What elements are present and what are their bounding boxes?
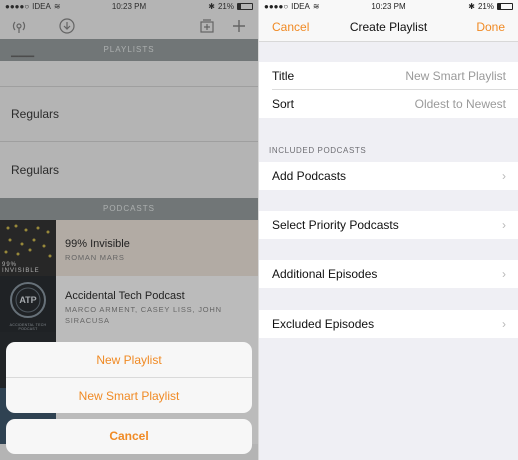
battery-icon bbox=[497, 3, 513, 10]
title-label: Title bbox=[272, 69, 295, 83]
select-priority-row[interactable]: Select Priority Podcasts › bbox=[259, 211, 518, 239]
create-playlist-screen: ●●●●○ IDEA ≋ 10:23 PM ✱ 21% Cancel Creat… bbox=[259, 0, 518, 460]
bluetooth-icon: ✱ bbox=[468, 2, 475, 11]
action-sheet: New Playlist New Smart Playlist bbox=[6, 342, 252, 413]
sort-label: Sort bbox=[272, 97, 295, 111]
additional-episodes-label: Additional Episodes bbox=[272, 267, 378, 281]
navigation-bar: Cancel Create Playlist Done bbox=[259, 14, 518, 42]
sort-value: Oldest to Newest bbox=[414, 97, 506, 111]
included-podcasts-header: INCLUDED PODCASTS bbox=[269, 146, 367, 155]
cancel-sheet: Cancel bbox=[6, 419, 252, 454]
chevron-right-icon: › bbox=[502, 218, 506, 232]
new-smart-playlist-button[interactable]: New Smart Playlist bbox=[6, 389, 252, 403]
excluded-episodes-row[interactable]: Excluded Episodes › bbox=[259, 310, 518, 338]
chevron-right-icon: › bbox=[502, 267, 506, 281]
podcasts-screen: ●●●●○ IDEA ≋ 10:23 PM ✱ 21% PLAYLISTS ▔▔… bbox=[0, 0, 258, 460]
excluded-episodes-label: Excluded Episodes bbox=[272, 317, 375, 331]
add-podcasts-row[interactable]: Add Podcasts › bbox=[259, 162, 518, 190]
additional-episodes-row[interactable]: Additional Episodes › bbox=[259, 260, 518, 288]
sheet-divider bbox=[6, 377, 252, 378]
select-priority-label: Select Priority Podcasts bbox=[272, 218, 399, 232]
add-podcasts-label: Add Podcasts bbox=[272, 169, 347, 183]
sort-row[interactable]: Sort Oldest to Newest bbox=[259, 90, 518, 118]
done-button[interactable]: Done bbox=[476, 20, 505, 34]
chevron-right-icon: › bbox=[502, 317, 506, 331]
chevron-right-icon: › bbox=[502, 169, 506, 183]
title-row[interactable]: Title New Smart Playlist bbox=[259, 62, 518, 90]
new-playlist-button[interactable]: New Playlist bbox=[6, 353, 252, 367]
cancel-button[interactable]: Cancel bbox=[6, 429, 252, 443]
title-input[interactable]: New Smart Playlist bbox=[405, 69, 506, 83]
status-bar: ●●●●○ IDEA ≋ 10:23 PM ✱ 21% bbox=[259, 0, 518, 14]
battery-percent: 21% bbox=[477, 2, 494, 11]
